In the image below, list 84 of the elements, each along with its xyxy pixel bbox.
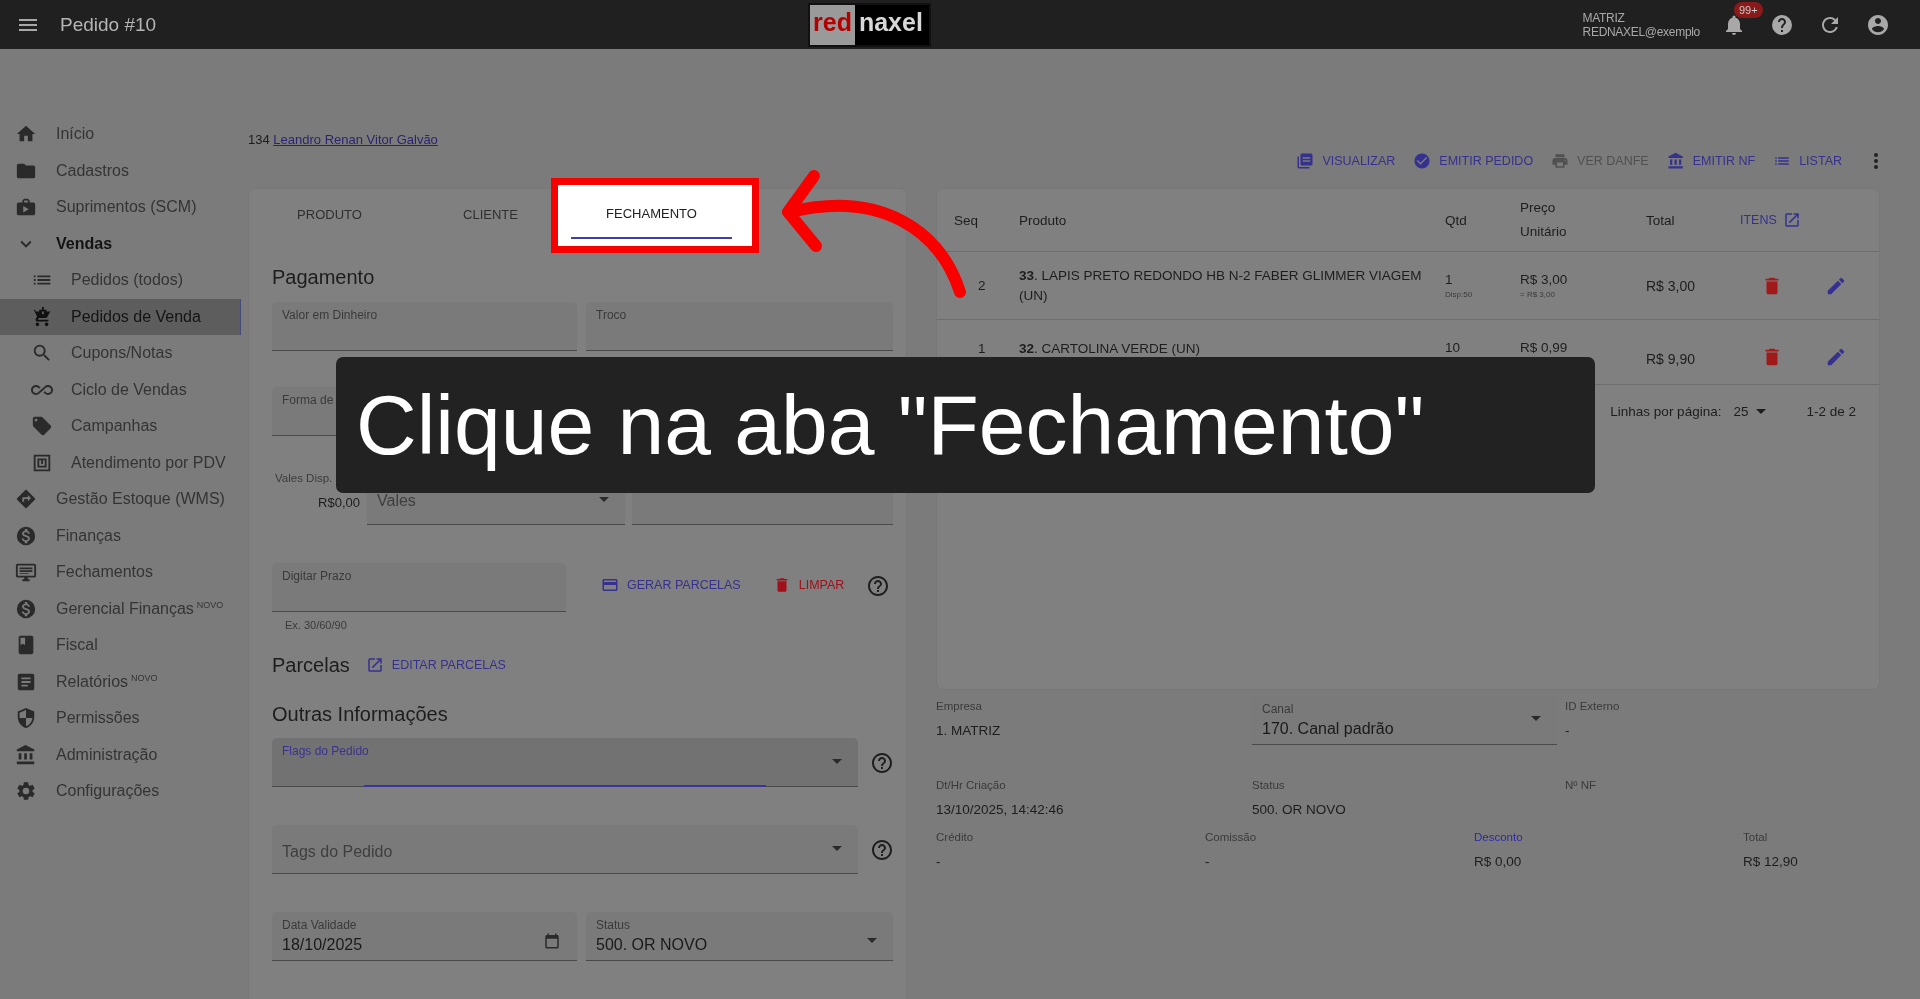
edit-installments-button[interactable]: EDITAR PARCELAS [365,656,506,674]
sidebar-item[interactable]: Pedidos de Venda [0,298,241,335]
tab[interactable]: CLIENTE [410,189,571,239]
select-field[interactable]: Tags do Pedido [272,825,858,874]
section-title: Outras Informações [272,702,449,726]
sidebar-item[interactable]: Finanças [0,517,240,554]
sidebar-item[interactable]: Administração [0,736,240,773]
table-cell-text: 10 [1445,339,1462,357]
info-label: Comissão [1205,831,1258,843]
info-label: Status [1252,779,1286,791]
info-label: Total [1743,831,1769,843]
sidebar-item[interactable]: Vendas [0,225,240,262]
info-value: - [1205,854,1211,869]
sidebar-item[interactable]: Início [0,116,240,153]
sidebar-item[interactable]: Cupons/Notas [0,335,240,372]
sidebar-item[interactable]: Fechamentos [0,554,240,591]
vouchers-label: Vales Disp. [275,472,333,484]
info-value: R$ 0,00 [1474,854,1523,869]
column-header: Total [1646,212,1676,228]
generate-installments-button[interactable]: GERAR PARCELAS [601,576,741,594]
rows-per-page-label: Linhas por página: [1610,403,1722,419]
rows-per-page-select[interactable]: 25 [1733,403,1767,419]
table-cell-text: R$ 3,00 [1646,277,1697,294]
items-link[interactable]: ITENS [1740,211,1803,229]
info-value: 13/10/2025, 14:42:46 [936,802,1065,817]
clear-button[interactable]: LIMPAR [772,576,845,594]
customer-link[interactable]: Leandro Renan Vitor Galvão [273,132,438,147]
sidebar-item[interactable]: Campanhas [0,408,240,445]
table-cell-text: R$ 0,99 [1520,339,1569,357]
info-label: Dt/Hr Criação [936,779,1007,791]
column-header: Preço Unitário [1520,199,1568,241]
sidebar-item[interactable]: Ciclo de Vendas [0,371,240,408]
sidebar-item[interactable]: Configurações [0,773,240,810]
page-title: Pedido #10 [60,13,157,36]
column-header: Qtd [1445,212,1468,228]
table-cell-text: 33. LAPIS PRETO REDONDO HB N-2 FABER GLIMMER VIAGEM (UN) [1019,266,1423,305]
sidebar-item[interactable]: Suprimentos (SCM) [0,189,240,226]
toolbar-button[interactable]: LISTAR [1773,152,1842,170]
sidebar-item[interactable]: Fiscal [0,627,240,664]
table-cell-text: R$ 9,90 [1646,351,1697,367]
section-title: Parcelas [272,653,350,677]
input-field[interactable]: Valor em Dinheiro [272,302,577,351]
info-value: 500. OR NOVO [1252,802,1347,817]
toolbar-button[interactable]: VISUALIZAR [1296,152,1396,170]
sidebar-item[interactable]: Cadastros [0,152,240,189]
select-field[interactable]: Status 500. OR NOVO [586,912,893,961]
column-header: Produto [1019,212,1068,228]
info-value: 1. MATRIZ [936,723,1002,738]
info-value: - [1565,723,1571,738]
customer-line: 134 Leandro Renan Vitor Galvão [248,132,439,147]
info-label: Empresa [936,700,984,712]
info-label: Nº NF [1565,779,1598,791]
info-label: Crédito [936,831,975,843]
column-header: Seq [954,212,980,228]
input-field[interactable]: Digitar Prazo [272,563,566,612]
vouchers-value: R$0,00 [318,495,360,510]
logo: red naxel [808,3,931,47]
sidebar-item[interactable]: Gerencial Finanças $^{NOVO}$ [0,590,240,627]
table-cell-text: 2 [977,278,987,293]
toolbar-button[interactable]: EMITIR PEDIDO [1413,152,1534,170]
sidebar-item[interactable]: Pedidos (todos) [0,262,240,299]
sidebar-item[interactable]: Relatórios $^{NOVO}$ [0,663,240,700]
user-info: MATRIZ REDNAXEL@exemplo [1582,10,1700,39]
date-field[interactable]: Data Validade 18/10/2025 [272,912,577,961]
select-field[interactable]: Flags do Pedido [272,738,858,787]
instruction-tooltip: Clique na aba "Fechamento" [336,357,1595,493]
table-cell-text: R$ 3,00 [1520,270,1569,289]
field-hint: Ex. 30/60/90 [285,619,348,631]
tab[interactable]: PRODUTO [249,189,410,239]
info-label: ID Externo [1565,700,1621,712]
table-cell-text: 32. CARTOLINA VERDE (UN) [1019,340,1202,358]
table-cell-text: 1 [1445,270,1454,289]
sidebar-item[interactable]: Atendimento por PDV [0,444,240,481]
section-title: Pagamento [272,265,376,289]
info-value: R$ 12,90 [1743,854,1799,869]
notification-badge: 99+ [1734,1,1763,18]
info-value: - [936,854,942,869]
sidebar-item[interactable]: Permissões [0,700,240,737]
discount-link[interactable]: Desconto [1474,831,1743,843]
page-range: 1-2 de 2 [1806,403,1856,419]
input-field[interactable]: Troco [586,302,893,351]
table-cell-text: 1 [977,341,987,356]
toolbar-button[interactable]: EMITIR NF [1666,152,1756,170]
sidebar-item[interactable]: Gestão Estoque (WMS) [0,481,240,518]
